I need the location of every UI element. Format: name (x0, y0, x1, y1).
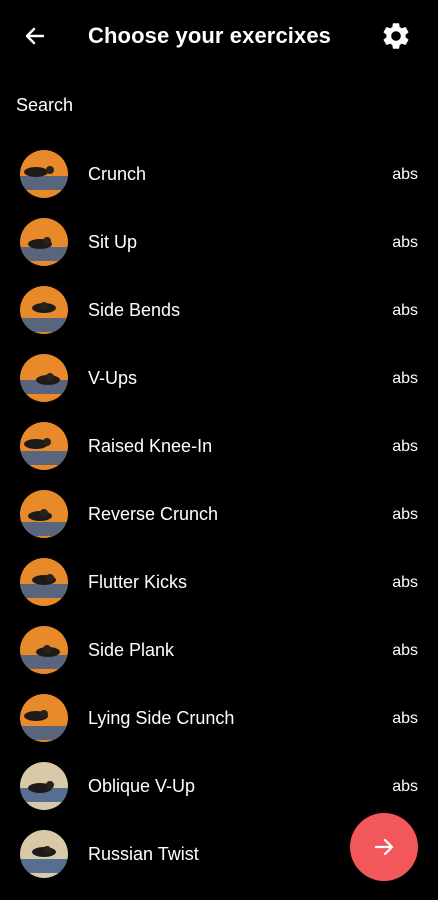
exercise-name: Flutter Kicks (88, 572, 188, 592)
exercise-category: abs (392, 438, 418, 455)
settings-button[interactable] (378, 18, 414, 54)
exercise-category: abs (392, 370, 418, 387)
list-item[interactable]: Oblique V-Up abs (0, 752, 438, 820)
exercise-category: abs (392, 710, 418, 727)
exercise-list: Crunch abs Sit Up abs Side Bends abs V-Ups abs R… (0, 140, 438, 888)
exercise-name: Reverse Crunch (88, 504, 219, 524)
list-item[interactable]: Raised Knee-In abs (0, 412, 438, 480)
exercise-thumbnail (20, 830, 68, 878)
exercise-name: Lying Side Crunch (88, 708, 235, 728)
exercise-name: V-Ups (88, 368, 138, 388)
list-item[interactable]: Lying Side Crunch abs (0, 684, 438, 752)
exercise-name: Side Bends (88, 300, 181, 320)
list-item[interactable]: Sit Up abs (0, 208, 438, 276)
app-bar: Choose your exercixes (0, 0, 438, 72)
exercise-thumbnail (20, 626, 68, 674)
exercise-category: abs (392, 506, 418, 523)
list-item[interactable]: Side Bends abs (0, 276, 438, 344)
list-item[interactable]: Reverse Crunch abs (0, 480, 438, 548)
exercise-thumbnail (20, 150, 68, 198)
gear-icon (383, 23, 409, 49)
exercise-thumbnail (20, 354, 68, 402)
next-button[interactable] (350, 813, 418, 881)
exercise-thumbnail (20, 762, 68, 810)
exercise-thumbnail (20, 218, 68, 266)
exercise-category: abs (392, 642, 418, 659)
exercise-name: Raised Knee-In (88, 436, 213, 456)
exercise-category: abs (392, 166, 418, 183)
exercise-category: abs (392, 778, 418, 795)
exercise-name: Sit Up (88, 232, 138, 252)
arrow-left-icon (25, 27, 45, 45)
list-item[interactable]: Flutter Kicks abs (0, 548, 438, 616)
exercise-thumbnail (20, 422, 68, 470)
exercise-name: Side Plank (88, 640, 175, 660)
exercise-category: abs (392, 302, 418, 319)
exercise-thumbnail (20, 694, 68, 742)
arrow-right-icon (374, 838, 394, 856)
back-button[interactable] (18, 20, 52, 52)
exercise-name: Oblique V-Up (88, 776, 196, 796)
exercise-category: abs (392, 574, 418, 591)
exercise-thumbnail (20, 490, 68, 538)
exercise-name: Russian Twist (88, 844, 199, 864)
exercise-name: Crunch (88, 164, 147, 184)
exercise-thumbnail (20, 286, 68, 334)
list-item[interactable]: Side Plank abs (0, 616, 438, 684)
list-item[interactable]: V-Ups abs (0, 344, 438, 412)
exercise-category: abs (392, 234, 418, 251)
exercise-thumbnail (20, 558, 68, 606)
search-field[interactable]: Search (16, 94, 73, 116)
page-title: Choose your exercixes (88, 23, 331, 48)
list-item[interactable]: Crunch abs (0, 140, 438, 208)
